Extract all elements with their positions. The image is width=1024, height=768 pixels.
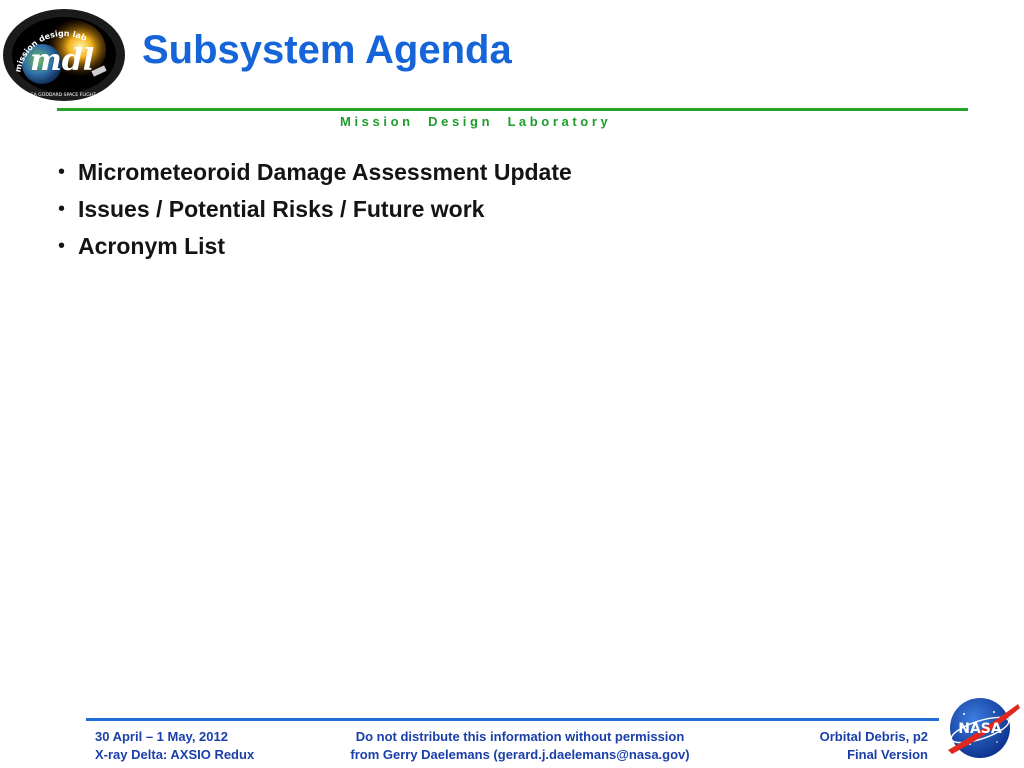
footer-page-label: Orbital Debris, p2 (819, 729, 928, 744)
footer-center: Do not distribute this information witho… (330, 728, 710, 764)
nasa-meatball-icon: NASA (942, 692, 1022, 762)
footer-left: 30 April – 1 May, 2012 X-ray Delta: AXSI… (95, 728, 254, 764)
agenda-item-label: Micrometeoroid Damage Assessment Update (78, 159, 572, 185)
slide: mdl mission design lab NASA GODDARD SPAC… (0, 0, 1024, 768)
bullet-icon: • (58, 198, 66, 220)
footer-project: X-ray Delta: AXSIO Redux (95, 747, 255, 762)
bullet-icon: • (58, 161, 66, 183)
footer-distribution-notice: Do not distribute this information witho… (355, 729, 685, 744)
bullet-icon: • (58, 235, 66, 257)
agenda-item: • Micrometeoroid Damage Assessment Updat… (58, 154, 572, 191)
header-divider (57, 108, 968, 111)
nasa-logo-text: NASA (958, 721, 1002, 737)
footer-divider (86, 718, 939, 721)
agenda-item: • Acronym List (58, 228, 572, 265)
footer-right: Orbital Debris, p2 Final Version (820, 728, 928, 764)
lab-subtitle: M i s s i o n D e s i g n L a b o r a t … (340, 114, 608, 129)
slide-title: Subsystem Agenda (142, 28, 512, 72)
mdl-logo-text: mdl (30, 43, 94, 78)
mdl-logo-icon: mdl mission design lab NASA GODDARD SPAC… (2, 8, 126, 102)
footer-date: 30 April – 1 May, 2012 (95, 729, 228, 744)
agenda-item-label: Acronym List (78, 233, 225, 259)
footer-version: Final Version (847, 747, 928, 762)
footer-contact: from Gerry Daelemans (gerard.j.daelemans… (350, 747, 690, 762)
agenda-item-label: Issues / Potential Risks / Future work (78, 196, 485, 222)
agenda-list: • Micrometeoroid Damage Assessment Updat… (58, 154, 572, 265)
svg-text:NASA GODDARD SPACE FLIGHT CENT: NASA GODDARD SPACE FLIGHT CENTER (24, 92, 117, 98)
agenda-item: • Issues / Potential Risks / Future work (58, 191, 572, 228)
